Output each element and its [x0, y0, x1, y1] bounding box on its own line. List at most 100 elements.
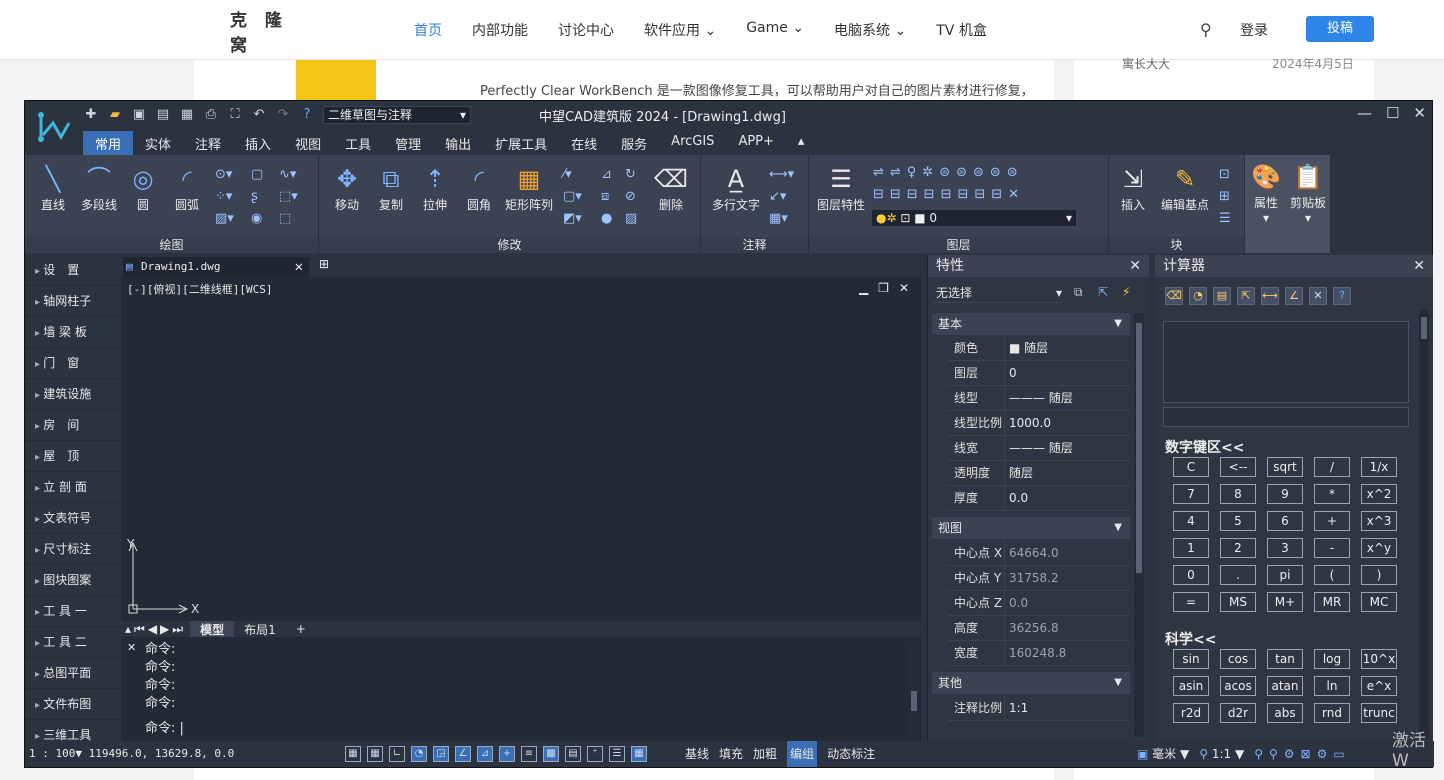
calc-key[interactable]: abs	[1267, 703, 1303, 723]
calc-key[interactable]: 1	[1173, 538, 1209, 558]
nav-pc-system[interactable]: 电脑系统 ⌄	[834, 20, 906, 40]
calc-key[interactable]: x^y	[1361, 538, 1397, 558]
coordinate-readout[interactable]: 1 : 100▼ 119496.0, 13629.8, 0.0	[29, 741, 234, 767]
nav-software[interactable]: 软件应用 ⌄	[644, 20, 716, 40]
arch-elevation-section[interactable]: 立 剖 面	[25, 472, 121, 503]
arch-walls-beams[interactable]: 墙 梁 板	[25, 317, 121, 348]
calc-key[interactable]: r2d	[1173, 703, 1209, 723]
calc-key[interactable]: (	[1314, 565, 1350, 585]
minimize-icon[interactable]: —	[1357, 104, 1372, 122]
prop-row[interactable]: 中心点 Z 0.0	[948, 591, 1130, 616]
calc-key[interactable]: acos	[1220, 676, 1256, 696]
calc-key[interactable]: 4	[1173, 511, 1209, 531]
calc-key[interactable]: pi	[1267, 565, 1303, 585]
close-icon[interactable]: ✕	[127, 641, 136, 654]
rotate-icon[interactable]: ↻	[625, 167, 636, 182]
prop-row[interactable]: 注释比例 1:1	[948, 696, 1130, 721]
region-icon[interactable]: ◉	[251, 211, 262, 226]
workspace-select[interactable]: 二维草图与注释 ▾	[323, 106, 471, 124]
hatch-icon[interactable]: ▨▾	[215, 211, 234, 226]
erase-button[interactable]: ⌫ 删除	[651, 165, 691, 213]
command-input[interactable]: 命令: |	[145, 717, 184, 736]
selection-select[interactable]: 无选择 ▾	[932, 283, 1062, 303]
arch-tools-2[interactable]: 工 具 二	[25, 627, 121, 658]
tab-app-plus[interactable]: APP+	[726, 131, 785, 155]
calc-key[interactable]: x^3	[1361, 511, 1397, 531]
table-icon[interactable]: ▦▾	[769, 211, 788, 226]
rect-array-button[interactable]: ▦ 矩形阵列	[503, 165, 555, 213]
spline-icon[interactable]: ∿▾	[279, 167, 296, 182]
redo-icon[interactable]: ↷	[275, 107, 291, 123]
leader-icon[interactable]: ↙▾	[769, 189, 786, 204]
revcloud-icon[interactable]: ʂ	[251, 189, 258, 204]
tab-solid[interactable]: 实体	[133, 131, 183, 155]
save-icon[interactable]: ▣	[131, 107, 147, 123]
calc-key[interactable]: 1/x	[1361, 457, 1397, 477]
line-button[interactable]: ╲ 直线	[35, 165, 71, 213]
transparency-icon[interactable]: ▩	[543, 746, 559, 762]
polyline-button[interactable]: ⌒ 多段线	[77, 165, 121, 213]
calc-key[interactable]: MC	[1361, 592, 1397, 612]
arch-roof[interactable]: 屋 顶	[25, 441, 121, 472]
batch-icon[interactable]: ▦	[179, 107, 195, 123]
minimize-icon[interactable]: ▁	[859, 281, 868, 295]
tab-manage[interactable]: 管理	[383, 131, 433, 155]
prop-row[interactable]: 中心点 X 64664.0	[948, 541, 1130, 566]
circle-button[interactable]: ◎ 圆	[127, 165, 159, 213]
tab-extensions[interactable]: 扩展工具	[483, 131, 559, 155]
calc-key[interactable]: 7	[1173, 484, 1209, 504]
calc-key[interactable]: MS	[1220, 592, 1256, 612]
calc-key[interactable]: ln	[1314, 676, 1350, 696]
calc-key[interactable]: 5	[1220, 511, 1256, 531]
arc-button[interactable]: ◜ 圆弧	[167, 165, 207, 213]
search-icon[interactable]: ⚲	[1200, 20, 1212, 39]
dyn-icon[interactable]: +	[499, 746, 515, 762]
calculator-scrollbar[interactable]	[1419, 309, 1429, 739]
prop-row[interactable]: 线型比例 1000.0	[948, 411, 1130, 436]
create-block-icon[interactable]: ⊡	[1219, 167, 1230, 182]
calc-key[interactable]: 0	[1173, 565, 1209, 585]
copy-button[interactable]: ⧉ 复制	[373, 165, 409, 213]
nav-forum[interactable]: 讨论中心	[558, 20, 614, 40]
snap-icon[interactable]: ▦	[367, 746, 383, 762]
rectangle-icon[interactable]: ▢	[251, 167, 263, 182]
calc-key[interactable]: tan	[1267, 649, 1303, 669]
nav-home[interactable]: 首页	[414, 20, 442, 40]
drawing-canvas[interactable]: [-][俯视][二维线框][WCS] ▁ ❐ ✕ Y X	[121, 277, 921, 621]
osnap-icon[interactable]: ◲	[433, 746, 449, 762]
ellipse-icon[interactable]: ⊙▾	[215, 167, 232, 182]
arch-doors-windows[interactable]: 门 窗	[25, 348, 121, 379]
numpad-section[interactable]: 数字键区<<	[1165, 437, 1244, 457]
viewport-label[interactable]: [-][俯视][二维线框][WCS]	[127, 281, 272, 297]
tab-output[interactable]: 输出	[433, 131, 483, 155]
lineweight-icon[interactable]: ≡	[521, 746, 537, 762]
tab-arcgis[interactable]: ArcGIS	[659, 131, 726, 155]
clear-icon[interactable]: ⌫	[1165, 287, 1183, 305]
calc-key[interactable]: 2	[1220, 538, 1256, 558]
add-layout-button[interactable]: +	[286, 622, 316, 636]
restore-icon[interactable]: ❐	[878, 281, 889, 295]
open-folder-icon[interactable]: ▰	[107, 107, 123, 123]
section-view[interactable]: 视图 ▼	[932, 517, 1130, 539]
calc-key[interactable]: <--	[1220, 457, 1256, 477]
status-bold[interactable]: 加粗	[753, 741, 777, 767]
layer-properties-button[interactable]: ☰ 图层特性	[815, 165, 867, 213]
tab-common[interactable]: 常用	[83, 131, 134, 155]
section-basic[interactable]: 基本 ▼	[932, 313, 1130, 335]
prop-row[interactable]: 图层 0	[948, 361, 1130, 386]
calc-key[interactable]: trunc	[1361, 703, 1397, 723]
layout-nav-icons[interactable]: ▴⏮◀▶⏭	[121, 622, 190, 637]
mirror-icon[interactable]: ⊿	[601, 167, 612, 182]
calc-key[interactable]: x^2	[1361, 484, 1397, 504]
arch-tools-1[interactable]: 工 具 一	[25, 596, 121, 627]
selection-cycle-icon[interactable]: ⁺	[587, 746, 603, 762]
status-baseline[interactable]: 基线	[685, 741, 709, 767]
calc-key[interactable]: log	[1314, 649, 1350, 669]
properties-scrollbar[interactable]	[1134, 313, 1144, 737]
list-icon[interactable]: ☰	[609, 746, 625, 762]
ortho-icon[interactable]: ∟	[389, 746, 405, 762]
extend-icon[interactable]: ▢▾	[563, 189, 582, 204]
tab-annotate[interactable]: 注释	[183, 131, 233, 155]
ducs-icon[interactable]: ⊿	[477, 746, 493, 762]
tab-service[interactable]: 服务	[609, 131, 659, 155]
